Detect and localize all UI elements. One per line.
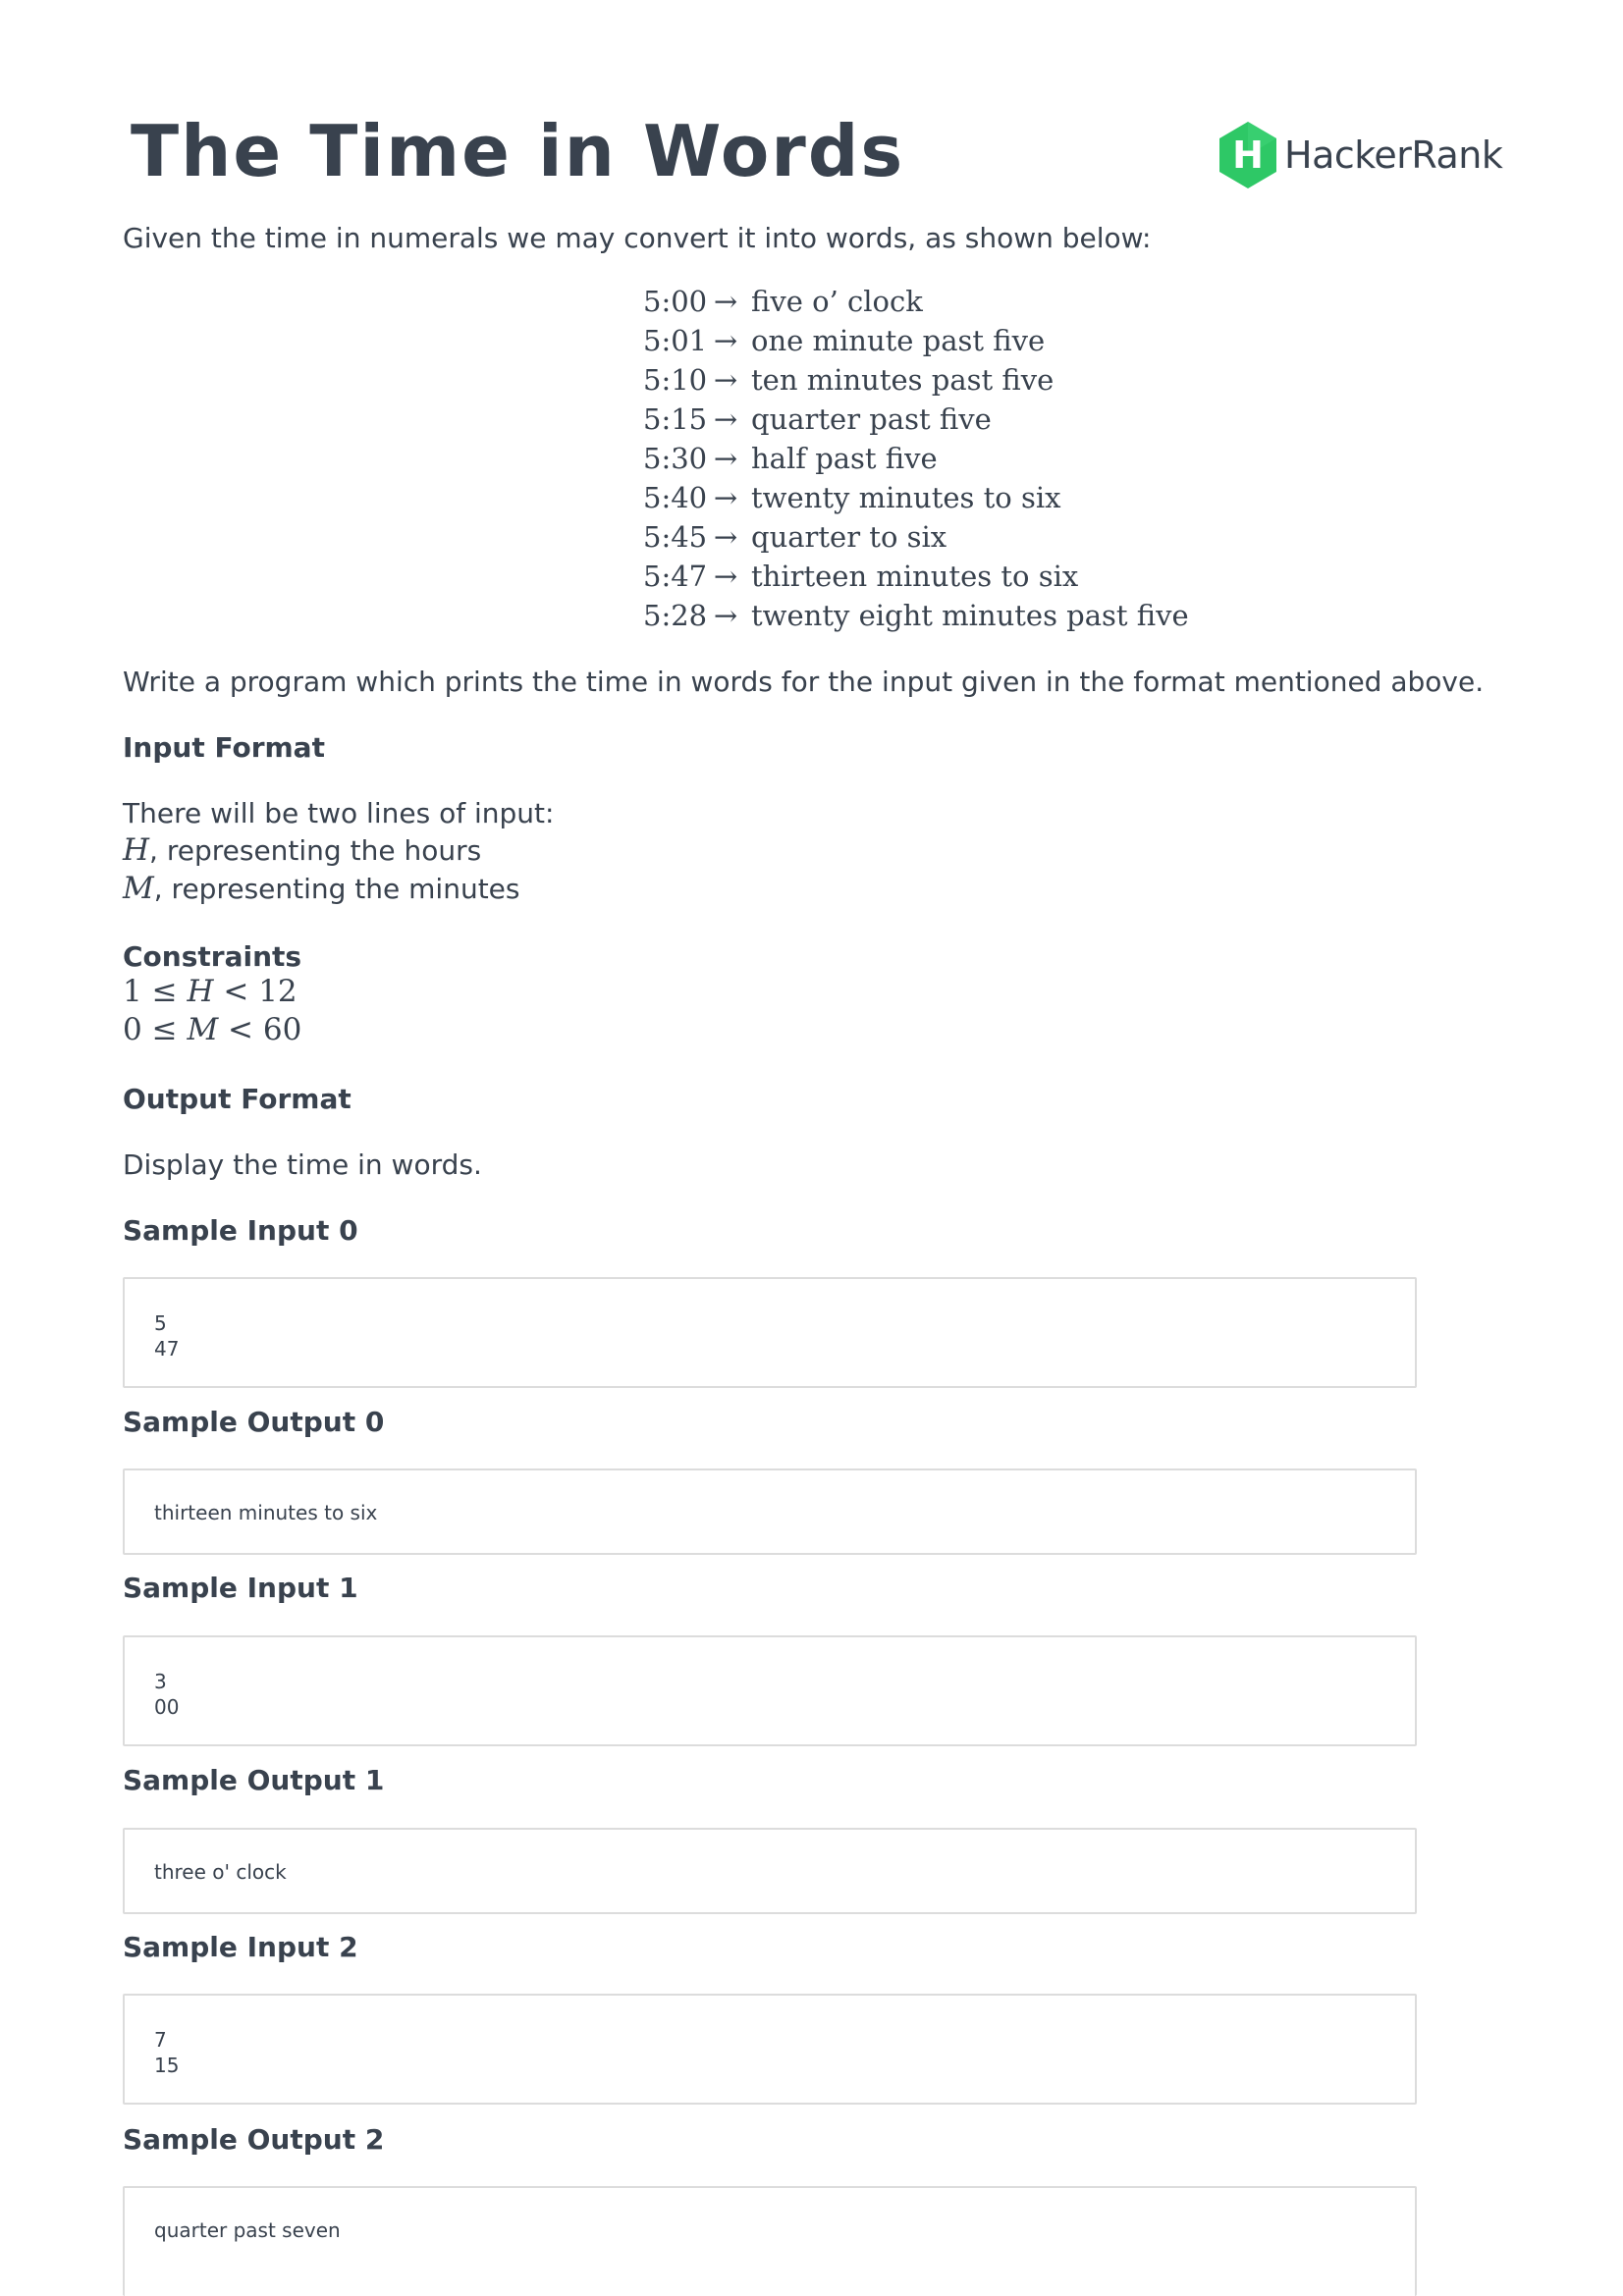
sample-output-0-box[interactable]: thirteen minutes to six	[123, 1468, 1417, 1555]
conversion-row: 5:15 → quarter past five	[643, 402, 992, 436]
conversion-examples: 5:00 → five o’ clock 5:01 → one minute past …	[643, 282, 1189, 635]
conversion-row: 5:40 → twenty minutes to six	[643, 481, 1061, 514]
sample-content: 3 00	[154, 1670, 180, 1719]
sample-input-0-heading: Sample Input 0	[123, 1214, 358, 1247]
sample-input-2-heading: Sample Input 2	[123, 1931, 358, 1963]
svg-text:H: H	[1232, 133, 1264, 177]
input-format-heading: Input Format	[123, 731, 325, 764]
sample-input-1-heading: Sample Input 1	[123, 1572, 358, 1604]
hackerrank-hexagon-icon: H	[1219, 122, 1276, 188]
conversion-row: 5:45 → quarter to six	[643, 520, 947, 554]
conversion-row: 5:30 → half past five	[643, 442, 938, 475]
logo-text: HackerRank	[1284, 133, 1503, 177]
input-format-minutes: M, representing the minutes	[123, 871, 520, 906]
sample-output-2-box[interactable]: quarter past seven	[123, 2186, 1417, 2296]
intro-text: Given the time in numerals we may conver…	[123, 222, 1152, 254]
sample-input-2-box[interactable]: 7 15	[123, 1994, 1417, 2105]
output-format-text: Display the time in words.	[123, 1148, 482, 1181]
constraint-minutes: 0 ≤ M < 60	[123, 1012, 302, 1047]
sample-content: 5 47	[154, 1311, 180, 1361]
sample-output-1-heading: Sample Output 1	[123, 1764, 385, 1796]
sample-output-2-heading: Sample Output 2	[123, 2123, 385, 2156]
sample-content: thirteen minutes to six	[154, 1501, 378, 1524]
sample-content: three o' clock	[154, 1860, 287, 1884]
constraint-hours: 1 ≤ H < 12	[123, 974, 298, 1009]
sample-content: 7 15	[154, 2028, 180, 2077]
conversion-row: 5:10 → ten minutes past five	[643, 363, 1055, 397]
sample-output-1-box[interactable]: three o' clock	[123, 1828, 1417, 1914]
conversion-row: 5:00 → five o’ clock	[643, 285, 923, 318]
input-format-hours: H, representing the hours	[123, 832, 482, 868]
task-text: Write a program which prints the time in…	[123, 666, 1485, 698]
hackerrank-logo: H HackerRank	[1217, 118, 1503, 192]
constraints-heading: Constraints	[123, 940, 302, 973]
conversion-row: 5:01 → one minute past five	[643, 324, 1046, 357]
input-format-line: There will be two lines of input:	[123, 797, 555, 829]
sample-input-1-box[interactable]: 3 00	[123, 1635, 1417, 1746]
output-format-heading: Output Format	[123, 1083, 352, 1115]
sample-output-0-heading: Sample Output 0	[123, 1406, 385, 1438]
sample-input-0-box[interactable]: 5 47	[123, 1277, 1417, 1388]
sample-content: quarter past seven	[154, 2218, 341, 2242]
conversion-row: 5:28 → twenty eight minutes past five	[643, 599, 1189, 632]
page-title: The Time in Words	[131, 110, 905, 192]
page: The Time in Words H HackerRank Given the…	[0, 0, 1623, 2296]
conversion-row: 5:47 → thirteen minutes to six	[643, 560, 1079, 593]
